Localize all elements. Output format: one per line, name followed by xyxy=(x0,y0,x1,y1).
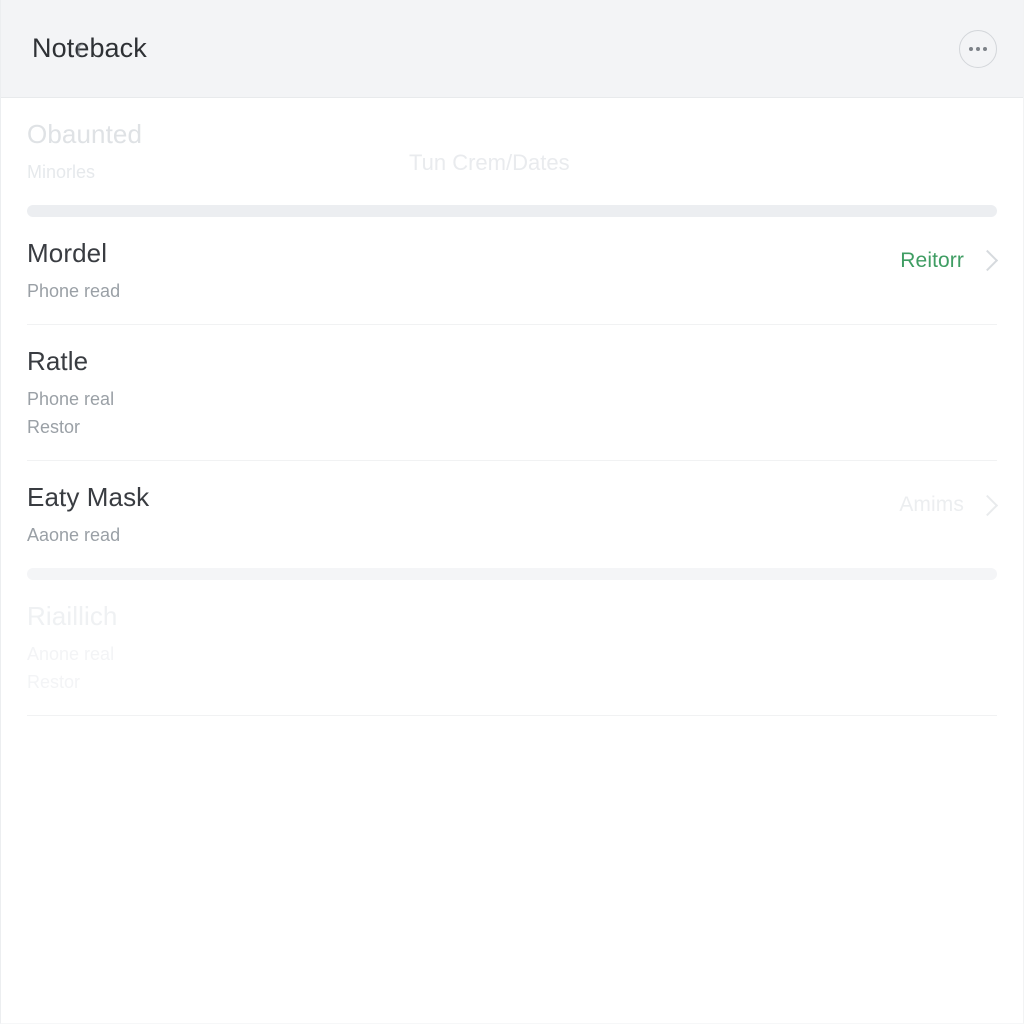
content-area: Obaunted Minorles Tun Crem/Dates Mordel … xyxy=(1,98,1023,1023)
section-separator-bar xyxy=(27,568,997,581)
list-item-text-block: Mordel Phone read xyxy=(27,237,121,304)
app-window: Noteback r Obaunted Minorles Tun Crem/Da… xyxy=(0,0,1024,1024)
page-title: Noteback r xyxy=(32,35,147,62)
list-item-subtitle-secondary: Restor xyxy=(27,672,81,693)
ellipsis-dot-2 xyxy=(976,46,980,51)
list-item-subtitle: Phone real xyxy=(27,388,115,409)
list-item-center-note: Tun Crem/Dates xyxy=(409,150,570,175)
list-item-action-group[interactable]: Amims xyxy=(899,483,999,517)
chevron-right-icon[interactable] xyxy=(976,494,999,516)
page-title-primary: Note xyxy=(32,33,90,63)
list-item[interactable]: Obaunted Minorles Tun Crem/Dates xyxy=(1,98,1023,205)
ellipsis-dot-1 xyxy=(969,46,973,51)
page-title-text: Noteback xyxy=(32,33,147,63)
app-header: Noteback r xyxy=(1,0,1023,98)
list-item-subtitle: Anone real xyxy=(27,643,115,664)
more-options-button[interactable] xyxy=(959,29,997,68)
list-item-subtitle: Phone read xyxy=(27,280,121,301)
list-item-text-block: Eaty Mask Aaone read xyxy=(27,482,150,548)
list-item[interactable]: Ratle Phone real Restor xyxy=(1,325,1023,460)
list-item-subtitle: Minorles xyxy=(27,161,96,182)
list-item-text-block: Obaunted Minorles xyxy=(27,119,143,185)
list-item-title: Mordel xyxy=(27,237,108,268)
list-item-title: Eaty Mask xyxy=(27,482,150,513)
list-item[interactable]: Mordel Phone read Reitorr xyxy=(1,217,1023,324)
list-item-title: Ratle xyxy=(27,345,89,376)
list-item-subtitle: Aaone read xyxy=(27,524,121,545)
list-item-subtitle-secondary: Restor xyxy=(27,416,81,437)
list-item-title: Obaunted xyxy=(27,119,143,149)
empty-content-area xyxy=(1,716,1023,1023)
section-separator-bar xyxy=(27,204,997,217)
list-item[interactable]: Riaillich Anone real Restor xyxy=(1,580,1023,715)
page-title-secondary: back xyxy=(89,33,147,63)
list-item-action-label[interactable]: Amims xyxy=(899,493,964,517)
chevron-right-icon[interactable] xyxy=(976,250,999,272)
list-item-action-group[interactable]: Reitorr xyxy=(900,239,999,273)
list-item-action-label[interactable]: Reitorr xyxy=(900,249,964,273)
list-item[interactable]: Eaty Mask Aaone read Amims xyxy=(1,461,1023,568)
list-item-text-block: Ratle Phone real Restor xyxy=(27,345,115,440)
ellipsis-dot-3 xyxy=(983,46,987,51)
list-item-title: Riaillich xyxy=(27,601,118,632)
list-item-text-block: Riaillich Anone real Restor xyxy=(27,601,118,695)
